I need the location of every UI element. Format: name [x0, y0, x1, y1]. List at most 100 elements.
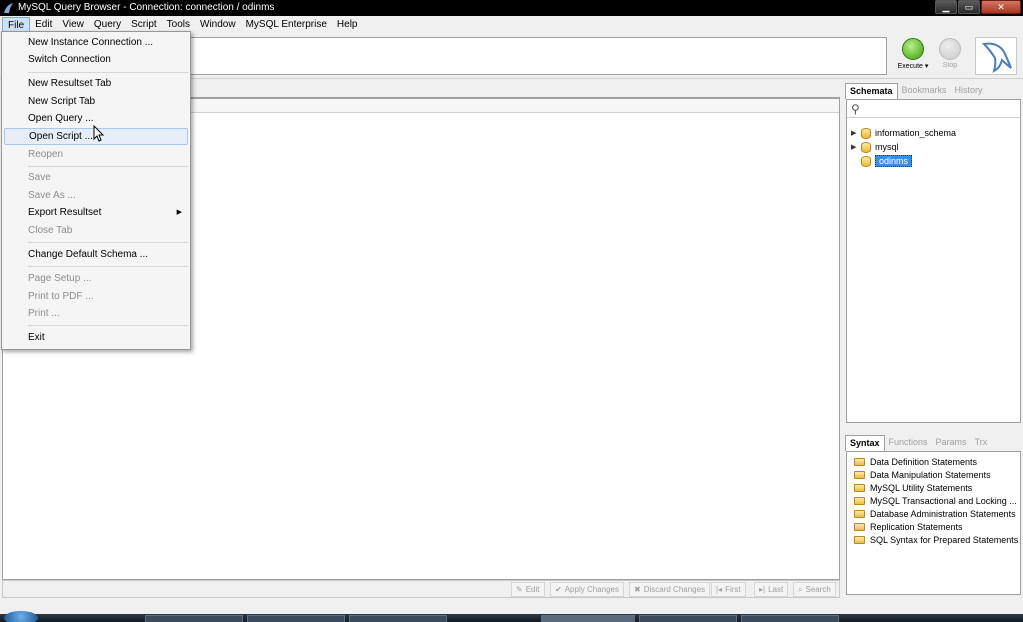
window-title: MySQL Query Browser - Connection: connec… [18, 2, 275, 13]
search-icon: ⚲ [851, 102, 860, 116]
syntax-item[interactable]: Data Definition Statements [854, 455, 977, 468]
stop-label: Stop [942, 62, 958, 69]
syntax-item-label: Data Manipulation Statements [870, 469, 991, 480]
schema-label: odinms [875, 155, 913, 167]
schema-label: information_schema [875, 128, 957, 138]
dolphin-icon [981, 42, 1012, 73]
menu-item-export-resultset[interactable]: Export Resultset ▶ [4, 204, 188, 221]
syntax-item[interactable]: SQL Syntax for Prepared Statements [854, 533, 1018, 546]
submenu-arrow-icon: ▶ [176, 209, 182, 216]
syntax-item[interactable]: Database Administration Statements [854, 507, 1016, 520]
menu-item-page-setup: Page Setup ... [28, 273, 92, 284]
taskbar-button[interactable] [349, 615, 447, 622]
maximize-button[interactable]: ▭ [958, 0, 980, 14]
menu-help[interactable]: Help [332, 17, 363, 32]
discard-label: Discard Changes [643, 585, 706, 594]
menu-item-close-tab: Close Tab [28, 225, 73, 236]
menu-item-save: Save [28, 172, 51, 183]
menu-item-print: Print ... [28, 308, 60, 319]
minimize-button[interactable]: ▁ [935, 0, 957, 14]
schema-search-input[interactable] [865, 101, 1015, 115]
syntax-tabs: Syntax Functions Params Trx [845, 435, 991, 451]
menu-view[interactable]: View [57, 17, 89, 32]
tab-schemata[interactable]: Schemata [845, 83, 898, 99]
schemata-tree: ⚲ ▶ information_schema ▶ mysql odinms [846, 99, 1021, 423]
menu-script[interactable]: Script [126, 17, 162, 32]
taskbar-button[interactable] [639, 615, 737, 622]
schema-item-information-schema[interactable]: ▶ information_schema [851, 126, 956, 140]
edit-button[interactable]: ✎ Edit [511, 582, 545, 597]
menu-item-label: Export Resultset [28, 207, 102, 218]
syntax-item[interactable]: Data Manipulation Statements [854, 468, 991, 481]
menu-item-change-default-schema[interactable]: Change Default Schema ... [4, 246, 188, 263]
syntax-item[interactable]: MySQL Utility Statements [854, 481, 972, 494]
first-label: First [725, 585, 741, 594]
execute-label: Execute ▾ [897, 63, 929, 70]
taskbar-button[interactable] [247, 615, 345, 622]
taskbar-button[interactable] [145, 615, 243, 622]
database-icon [861, 127, 871, 139]
syntax-item-label: Database Administration Statements [870, 508, 1016, 519]
menu-tools[interactable]: Tools [162, 17, 195, 32]
stop-icon [939, 38, 961, 60]
tab-history[interactable]: History [951, 83, 987, 99]
edit-label: Edit [525, 585, 540, 594]
menu-mysql-enterprise[interactable]: MySQL Enterprise [241, 17, 332, 32]
syntax-item[interactable]: MySQL Transactional and Locking ... [854, 494, 1017, 507]
folder-icon [854, 509, 865, 518]
window-controls: ▁ ▭ ✕ [935, 0, 1021, 14]
menu-separator [28, 72, 188, 73]
syntax-item-label: Data Definition Statements [870, 456, 978, 467]
tab-params[interactable]: Params [932, 435, 971, 451]
mouse-cursor-icon [93, 125, 105, 142]
menu-item-new-script-tab[interactable]: New Script Tab [4, 93, 188, 110]
mysql-app-icon [4, 3, 13, 13]
first-button[interactable]: |◂ First [711, 582, 746, 597]
first-icon: |◂ [716, 585, 723, 594]
resultset-toolbar: ✎ Edit ✔ Apply Changes ✖ Discard Changes |◂… [2, 580, 840, 598]
close-button[interactable]: ✕ [981, 0, 1021, 14]
menu-item-exit[interactable]: Exit [4, 329, 188, 346]
stop-button[interactable]: Stop [930, 38, 970, 74]
menu-edit[interactable]: Edit [30, 17, 57, 32]
syntax-panel: Syntax Functions Params Trx Data Definit… [845, 435, 1021, 595]
tab-functions[interactable]: Functions [885, 435, 932, 451]
database-icon [861, 155, 871, 167]
menu-separator [28, 242, 188, 243]
menu-window[interactable]: Window [195, 17, 241, 32]
menu-item-new-instance-connection[interactable]: New Instance Connection ... [4, 34, 188, 51]
apply-changes-button[interactable]: ✔ Apply Changes [550, 582, 624, 597]
taskbar-button[interactable] [741, 615, 839, 622]
menu-file[interactable]: File [2, 16, 31, 32]
discard-changes-button[interactable]: ✖ Discard Changes [629, 582, 711, 597]
schema-search: ⚲ [847, 100, 1020, 118]
execute-button[interactable]: Execute ▾ [893, 38, 933, 74]
schemata-tabs: Schemata Bookmarks History [845, 83, 987, 99]
tab-trx[interactable]: Trx [971, 435, 992, 451]
menu-query[interactable]: Query [89, 17, 126, 32]
schema-label: mysql [875, 142, 899, 152]
last-button[interactable]: ▸| Last [754, 582, 789, 597]
schema-item-odinms[interactable]: odinms [851, 154, 913, 168]
title-bar: MySQL Query Browser - Connection: connec… [0, 0, 1023, 16]
syntax-item-label: MySQL Utility Statements [870, 482, 973, 493]
tab-syntax[interactable]: Syntax [845, 435, 885, 451]
expand-arrow-icon[interactable]: ▶ [851, 129, 861, 137]
menu-item-switch-connection[interactable]: Switch Connection [4, 51, 188, 68]
search-button[interactable]: ⌕ Search [793, 582, 836, 597]
taskbar-button-active[interactable] [541, 615, 635, 622]
syntax-item[interactable]: Replication Statements [854, 520, 963, 533]
database-icon [861, 141, 871, 153]
syntax-item-label: SQL Syntax for Prepared Statements [870, 534, 1019, 545]
tab-bookmarks[interactable]: Bookmarks [898, 83, 951, 99]
folder-icon [854, 457, 865, 466]
file-menu-dropdown: New Instance Connection ... Switch Conne… [1, 31, 191, 350]
start-button[interactable] [4, 611, 38, 622]
menu-item-new-resultset-tab[interactable]: New Resultset Tab [4, 75, 188, 92]
schema-item-mysql[interactable]: ▶ mysql [851, 140, 899, 154]
folder-icon [854, 535, 865, 544]
syntax-item-label: Replication Statements [870, 521, 963, 532]
menu-separator [28, 166, 188, 167]
expand-arrow-icon[interactable]: ▶ [851, 143, 861, 151]
schemata-panel: Schemata Bookmarks History ⚲ ▶ informati… [845, 83, 1021, 425]
